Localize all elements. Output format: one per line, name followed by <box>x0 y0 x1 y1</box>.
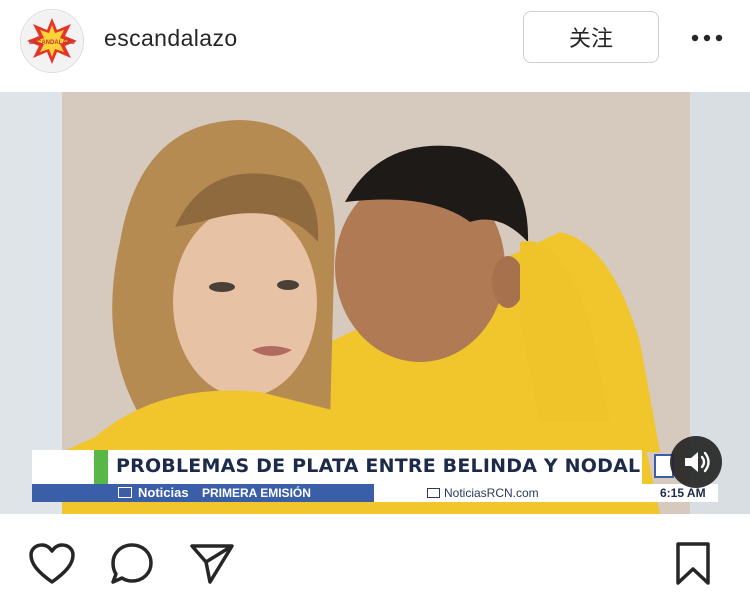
ticker-time: 6:15 AM <box>660 486 706 500</box>
send-icon[interactable] <box>188 542 236 591</box>
speaker-icon <box>685 451 710 473</box>
rcn-logo-icon-small <box>427 488 440 498</box>
post-header: ESCANDALAZO escandalazo 关注 <box>0 0 750 90</box>
bookmark-icon[interactable] <box>674 541 712 592</box>
comment-icon[interactable] <box>108 541 156 592</box>
post-action-bar <box>0 514 750 593</box>
ticker-edition: PRIMERA EMISIÓN <box>202 486 311 500</box>
rcn-logo-icon <box>118 487 132 498</box>
follow-button[interactable]: 关注 <box>523 11 659 63</box>
headline-text: PROBLEMAS DE PLATA ENTRE BELINDA Y NODAL <box>116 455 641 477</box>
headline-bar: PROBLEMAS DE PLATA ENTRE BELINDA Y NODAL <box>32 450 642 484</box>
heart-icon[interactable] <box>28 542 76 591</box>
username[interactable]: escandalazo <box>104 25 238 52</box>
ticker-program-name: Noticias <box>138 485 189 500</box>
avatar[interactable]: ESCANDALAZO <box>20 9 84 73</box>
news-lower-third: PROBLEMAS DE PLATA ENTRE BELINDA Y NODAL… <box>32 450 718 510</box>
volume-button[interactable] <box>670 436 722 488</box>
more-options-icon[interactable] <box>690 28 724 48</box>
headline-accent <box>94 450 108 484</box>
ticker-handle: NoticiasRCN.com <box>444 486 539 500</box>
post-media[interactable]: PROBLEMAS DE PLATA ENTRE BELINDA Y NODAL… <box>0 92 750 514</box>
ticker-bar: Noticias PRIMERA EMISIÓN NoticiasRCN.com… <box>32 484 718 502</box>
avatar-logo-text: ESCANDALAZO <box>29 40 75 46</box>
